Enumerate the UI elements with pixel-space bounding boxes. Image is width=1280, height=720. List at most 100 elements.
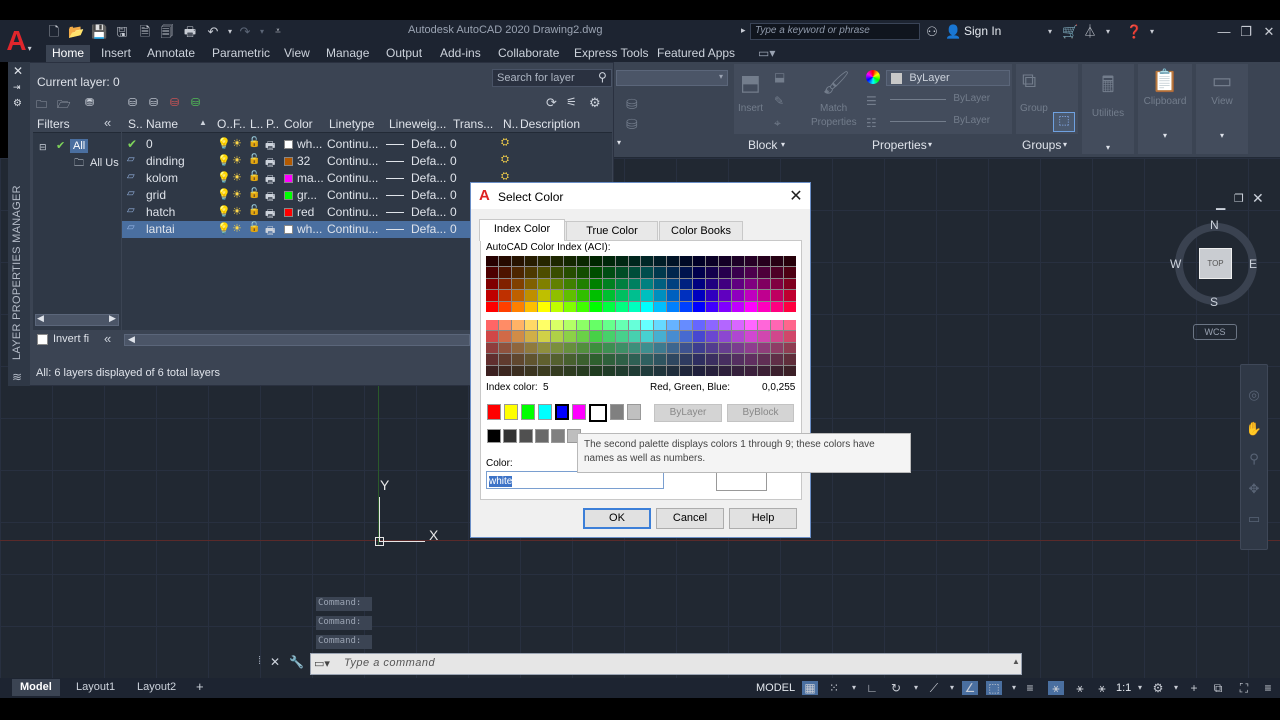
layer-on-icon[interactable]: 💡 bbox=[217, 171, 231, 184]
layer-unlock-icon[interactable]: 🔓 bbox=[248, 205, 260, 216]
aci-swatch[interactable] bbox=[654, 290, 667, 301]
aci-swatch[interactable] bbox=[771, 267, 784, 278]
aci-swatch[interactable] bbox=[524, 256, 537, 267]
workspace-dropdown-icon[interactable]: ▾ bbox=[1168, 681, 1184, 695]
aci-swatch[interactable] bbox=[628, 278, 641, 290]
aci-swatch[interactable] bbox=[667, 290, 680, 301]
undo-icon[interactable]: ↶ bbox=[205, 25, 221, 39]
aci-swatch[interactable] bbox=[758, 256, 771, 267]
aci-swatch[interactable] bbox=[615, 256, 628, 267]
layer-thaw-icon[interactable]: ☀ bbox=[232, 137, 242, 150]
layer-color-name[interactable]: wh... bbox=[297, 137, 322, 151]
layer-transparency[interactable]: 0 bbox=[450, 188, 457, 202]
aci-swatch[interactable] bbox=[784, 354, 796, 365]
aci-swatch[interactable] bbox=[602, 278, 615, 290]
aci-swatch[interactable] bbox=[706, 365, 719, 376]
aci-swatch[interactable] bbox=[784, 342, 796, 354]
ortho-icon[interactable]: ∟ bbox=[864, 681, 880, 695]
layer-name[interactable]: dinding bbox=[146, 154, 185, 168]
aci-swatch[interactable] bbox=[602, 301, 615, 312]
palette-close-icon[interactable]: ✕ bbox=[13, 64, 23, 78]
color-name-input[interactable]: white bbox=[486, 471, 664, 489]
aci-swatch[interactable] bbox=[667, 354, 680, 365]
standard-color-swatch[interactable] bbox=[487, 404, 501, 420]
aci-swatch[interactable] bbox=[758, 278, 771, 290]
aci-swatch[interactable] bbox=[498, 256, 511, 267]
layer-thaw-icon[interactable]: ☀ bbox=[232, 188, 242, 201]
delete-layer-icon[interactable]: ⛁ bbox=[170, 96, 179, 109]
aci-swatch[interactable] bbox=[719, 267, 732, 278]
aci-swatch[interactable] bbox=[537, 301, 550, 312]
block-panel-expand-icon[interactable]: ▾ bbox=[781, 140, 785, 149]
search-expand-icon[interactable]: ▸ bbox=[741, 25, 746, 36]
layer-transparency[interactable]: 0 bbox=[450, 171, 457, 185]
aci-swatch[interactable] bbox=[524, 301, 537, 312]
aci-swatch[interactable] bbox=[615, 267, 628, 278]
settings-gear-icon[interactable]: ⚙ bbox=[589, 95, 601, 111]
aci-swatch[interactable] bbox=[667, 320, 680, 331]
group-selection-icon[interactable]: ⬚ bbox=[1053, 112, 1075, 132]
aci-swatch[interactable] bbox=[758, 342, 771, 354]
aci-swatch[interactable] bbox=[654, 256, 667, 267]
aci-swatch[interactable] bbox=[498, 320, 511, 331]
aci-swatch[interactable] bbox=[680, 342, 693, 354]
command-prompt-icon[interactable]: ▭▾ bbox=[314, 657, 330, 670]
standard-color-swatch[interactable] bbox=[589, 404, 607, 422]
aci-swatch[interactable] bbox=[576, 354, 589, 365]
tab-layout1[interactable]: Layout1 bbox=[68, 679, 123, 696]
tab-model[interactable]: Model bbox=[12, 679, 60, 696]
command-grip-icon[interactable]: ⁞ bbox=[258, 655, 261, 667]
layer-color-name[interactable]: wh... bbox=[297, 222, 322, 236]
layer-thaw-icon[interactable]: ☀ bbox=[232, 222, 242, 235]
tab-express-tools[interactable]: Express Tools bbox=[568, 45, 654, 62]
aci-swatch[interactable] bbox=[641, 267, 654, 278]
aci-swatch[interactable] bbox=[511, 301, 524, 312]
layer-tool-icon[interactable]: ⛁ bbox=[626, 96, 638, 113]
aci-swatch[interactable] bbox=[693, 256, 706, 267]
collapse-tree-icon[interactable]: « bbox=[104, 331, 111, 346]
aci-swatch[interactable] bbox=[771, 320, 784, 331]
aci-swatch[interactable] bbox=[550, 301, 563, 312]
layer-transparency[interactable]: 0 bbox=[450, 205, 457, 219]
aci-swatch[interactable] bbox=[511, 354, 524, 365]
aci-swatch[interactable] bbox=[680, 256, 693, 267]
collapse-filters-icon[interactable]: « bbox=[104, 115, 111, 130]
clipboard-panel[interactable]: 📋 Clipboard ▾ bbox=[1138, 64, 1192, 154]
object-snap-icon[interactable]: ⬚ bbox=[986, 681, 1002, 695]
viewport-close-icon[interactable]: ✕ bbox=[1252, 190, 1264, 207]
aci-swatch[interactable] bbox=[628, 342, 641, 354]
aci-swatch[interactable] bbox=[732, 354, 745, 365]
col-description[interactable]: Description bbox=[520, 117, 580, 131]
new-vp-freeze-icon[interactable]: ⛭ bbox=[501, 137, 509, 148]
layer-name[interactable]: 0 bbox=[146, 137, 153, 151]
aci-swatch[interactable] bbox=[771, 301, 784, 312]
aci-swatch[interactable] bbox=[667, 256, 680, 267]
utilities-panel[interactable]: 🖩 Utilities ▾ bbox=[1082, 64, 1134, 154]
snap-dropdown-icon[interactable]: ▾ bbox=[846, 681, 862, 695]
aci-swatch[interactable] bbox=[589, 342, 602, 354]
undo-dropdown-icon[interactable]: ▾ bbox=[222, 25, 238, 39]
aci-swatch[interactable] bbox=[486, 290, 498, 301]
aci-swatch[interactable] bbox=[784, 320, 796, 331]
aci-swatch[interactable] bbox=[602, 290, 615, 301]
bylayer-button[interactable]: ByLayer bbox=[654, 404, 722, 422]
color-dropdown[interactable]: ByLayer bbox=[886, 70, 1010, 86]
new-layer-icon[interactable]: ⛁ bbox=[128, 96, 137, 109]
invert-filter-checkbox[interactable] bbox=[37, 334, 48, 345]
layer-status-icon[interactable]: ▱ bbox=[127, 154, 135, 165]
aci-swatch[interactable] bbox=[602, 320, 615, 331]
insert-block-icon[interactable]: ⬒ bbox=[740, 70, 761, 96]
layer-thaw-icon[interactable]: ☀ bbox=[232, 154, 242, 167]
col-plot[interactable]: P.. bbox=[266, 117, 279, 131]
aci-swatch[interactable] bbox=[576, 267, 589, 278]
aci-swatch[interactable] bbox=[628, 290, 641, 301]
aci-swatch[interactable] bbox=[784, 267, 796, 278]
aci-swatch[interactable] bbox=[706, 320, 719, 331]
layer-unlock-icon[interactable]: 🔓 bbox=[248, 154, 260, 165]
tab-manage[interactable]: Manage bbox=[320, 45, 375, 62]
scroll-left-icon[interactable]: ◀ bbox=[37, 313, 44, 324]
aci-swatch[interactable] bbox=[615, 320, 628, 331]
lineweight-dropdown[interactable]: ByLayer bbox=[886, 93, 1010, 107]
linetype-dropdown[interactable]: ByLayer bbox=[886, 115, 1010, 129]
cancel-button[interactable]: Cancel bbox=[656, 508, 724, 529]
